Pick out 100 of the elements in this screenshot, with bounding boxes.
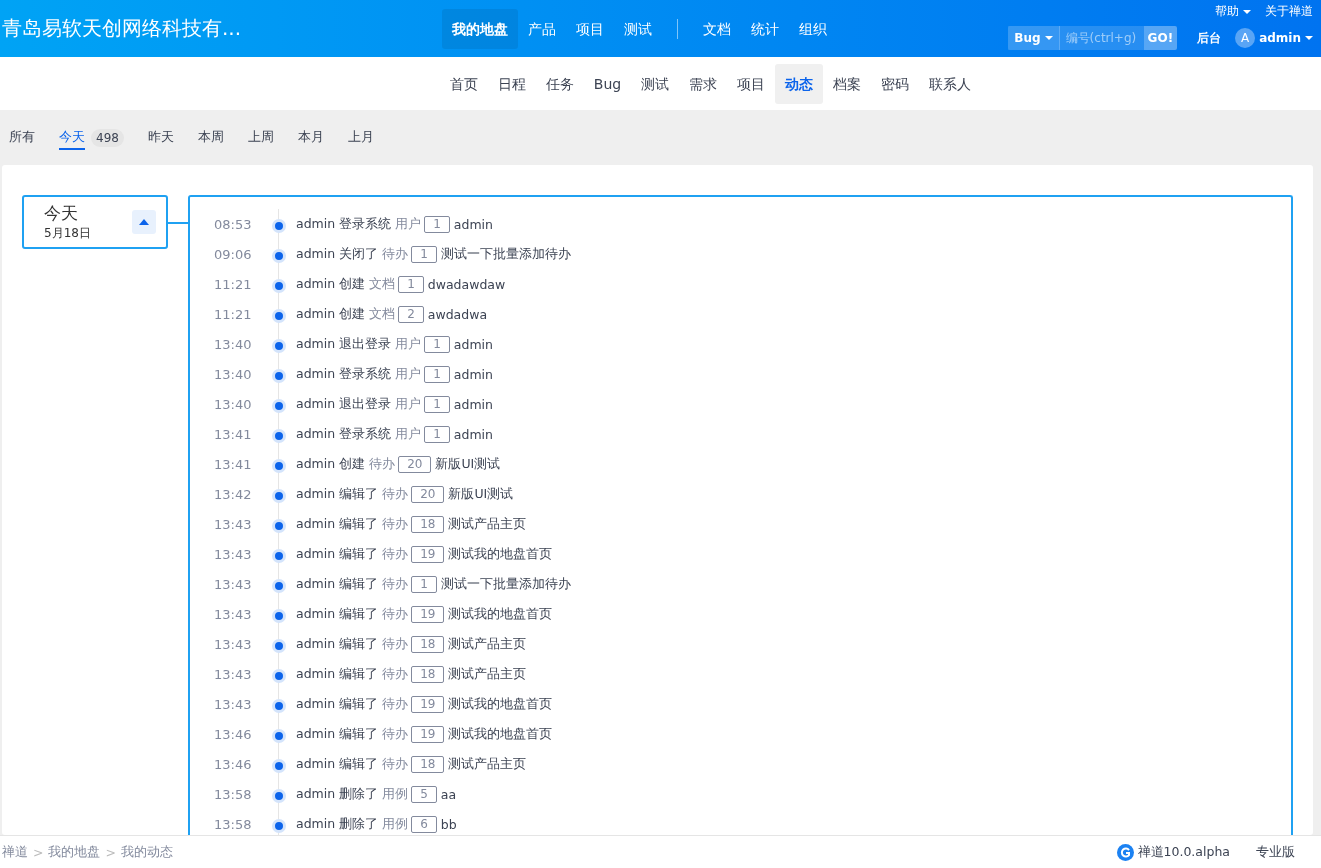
main-nav-item[interactable]: 统计	[741, 8, 789, 49]
object-type: 文档	[369, 305, 396, 323]
object-title-link[interactable]: aa	[440, 786, 457, 802]
object-title-link[interactable]: bb	[440, 816, 457, 832]
timeline-dot	[272, 609, 286, 623]
logo-icon	[1116, 843, 1134, 861]
version-link[interactable]: 禅道10.0.alpha	[1116, 843, 1230, 861]
object-type: 待办	[382, 695, 409, 713]
action-text: admin 编辑了	[296, 575, 379, 593]
action-time: 13:41	[214, 426, 253, 442]
action-text: admin 删除了	[296, 785, 379, 803]
admin-link[interactable]: 后台	[1197, 29, 1222, 47]
top-link[interactable]: 关于禅道	[1265, 3, 1313, 20]
main-nav-item[interactable]: 我的地盘	[442, 8, 518, 49]
timeline-dot	[272, 429, 286, 443]
user-menu[interactable]: A admin	[1235, 28, 1313, 48]
collapse-button[interactable]	[132, 210, 156, 234]
object-type: 用例	[382, 815, 409, 833]
action-text: admin 编辑了	[296, 695, 379, 713]
action-time: 13:46	[214, 756, 253, 772]
action-time: 13:43	[214, 696, 253, 712]
object-title-link[interactable]: 测试产品主页	[448, 665, 527, 683]
object-title-link[interactable]: 新版UI测试	[448, 485, 514, 503]
object-title-link[interactable]: admin	[453, 336, 493, 352]
breadcrumb-link[interactable]: 我的地盘	[48, 843, 101, 861]
count-badge: 498	[91, 128, 124, 147]
sub-nav-item[interactable]: 测试	[631, 63, 680, 104]
object-title-link[interactable]: 测试我的地盘首页	[448, 695, 553, 713]
timeline-dot	[272, 519, 286, 533]
object-title-link[interactable]: admin	[453, 216, 493, 232]
filter-tab[interactable]: 今天 498	[59, 124, 124, 151]
object-id: 1	[398, 275, 424, 293]
timeline-dot	[272, 489, 286, 503]
action-time: 13:40	[214, 336, 253, 352]
filter-tab[interactable]: 本月	[297, 124, 324, 151]
object-id: 20	[398, 455, 432, 473]
object-type: 待办	[382, 245, 409, 263]
action-time: 13:43	[214, 666, 253, 682]
filter-tab[interactable]: 昨天	[147, 124, 174, 151]
sub-nav-item[interactable]: 档案	[823, 63, 872, 104]
object-type: 待办	[382, 605, 409, 623]
timeline-dot	[272, 459, 286, 473]
main-nav-item[interactable]: 组织	[789, 8, 837, 49]
timeline-dot	[272, 339, 286, 353]
object-title-link[interactable]: admin	[453, 366, 493, 382]
sub-nav-item[interactable]: 密码	[871, 63, 920, 104]
action-text: admin 编辑了	[296, 665, 379, 683]
object-title-link[interactable]: 测试产品主页	[448, 515, 527, 533]
object-title-link[interactable]: 测试我的地盘首页	[448, 605, 553, 623]
sub-nav-item[interactable]: 联系人	[919, 63, 982, 104]
main-nav-item[interactable]: 测试	[614, 8, 662, 49]
breadcrumb-link[interactable]: 我的动态	[120, 843, 173, 861]
sub-nav-item[interactable]: 日程	[487, 63, 536, 104]
filter-tab[interactable]: 本周	[197, 124, 224, 151]
object-title-link[interactable]: 测试一下批量添加待办	[440, 245, 571, 263]
object-type: 用户	[395, 425, 422, 443]
object-id: 1	[424, 395, 450, 413]
object-id: 1	[411, 575, 437, 593]
object-id: 18	[411, 755, 445, 773]
object-title-link[interactable]: awdadwa	[427, 306, 488, 322]
timeline-dot	[272, 549, 286, 563]
timeline-dot	[272, 249, 286, 263]
sub-nav-item[interactable]: 任务	[535, 63, 584, 104]
action-time: 13:43	[214, 576, 253, 592]
object-title-link[interactable]: 测试我的地盘首页	[448, 725, 553, 743]
filter-tab[interactable]: 上周	[247, 124, 274, 151]
timeline-dot	[272, 579, 286, 593]
sub-nav-item[interactable]: 需求	[679, 63, 728, 104]
action-time: 13:43	[214, 546, 253, 562]
action-text: admin 登录系统	[296, 365, 392, 383]
object-title-link[interactable]: admin	[453, 426, 493, 442]
object-title-link[interactable]: dwadawdaw	[427, 276, 506, 292]
main-nav-item[interactable]: 文档	[693, 8, 741, 49]
action-time: 13:43	[214, 636, 253, 652]
object-title-link[interactable]: 测试产品主页	[448, 635, 527, 653]
object-title-link[interactable]: 测试产品主页	[448, 755, 527, 773]
object-id: 19	[411, 725, 445, 743]
sub-nav-item[interactable]: Bug	[583, 63, 632, 104]
object-title-link[interactable]: 新版UI测试	[435, 455, 501, 473]
object-title-link[interactable]: 测试我的地盘首页	[448, 545, 553, 563]
filter-tab[interactable]: 上月	[347, 124, 374, 151]
filter-tab[interactable]: 所有	[9, 124, 35, 151]
sub-nav-item[interactable]: 项目	[727, 63, 776, 104]
object-title-link[interactable]: 测试一下批量添加待办	[440, 575, 571, 593]
object-title-link[interactable]: admin	[453, 396, 493, 412]
object-id: 19	[411, 605, 445, 623]
object-type: 待办	[382, 635, 409, 653]
object-type: 用户	[395, 365, 422, 383]
search-field[interactable]: 编号(ctrl+g)	[1059, 26, 1144, 50]
day-date: 5月18日	[44, 225, 91, 242]
object-type: 待办	[382, 755, 409, 773]
top-link[interactable]: 帮助	[1215, 3, 1251, 20]
sub-nav-item[interactable]: 首页	[439, 63, 488, 104]
object-id: 18	[411, 635, 445, 653]
sub-nav-item[interactable]: 动态	[775, 63, 824, 104]
action-text: admin 编辑了	[296, 515, 379, 533]
action-time: 13:41	[214, 456, 253, 472]
action-time: 13:43	[214, 516, 253, 532]
breadcrumb-link[interactable]: 禅道	[2, 843, 28, 861]
object-id: 6	[411, 815, 437, 833]
